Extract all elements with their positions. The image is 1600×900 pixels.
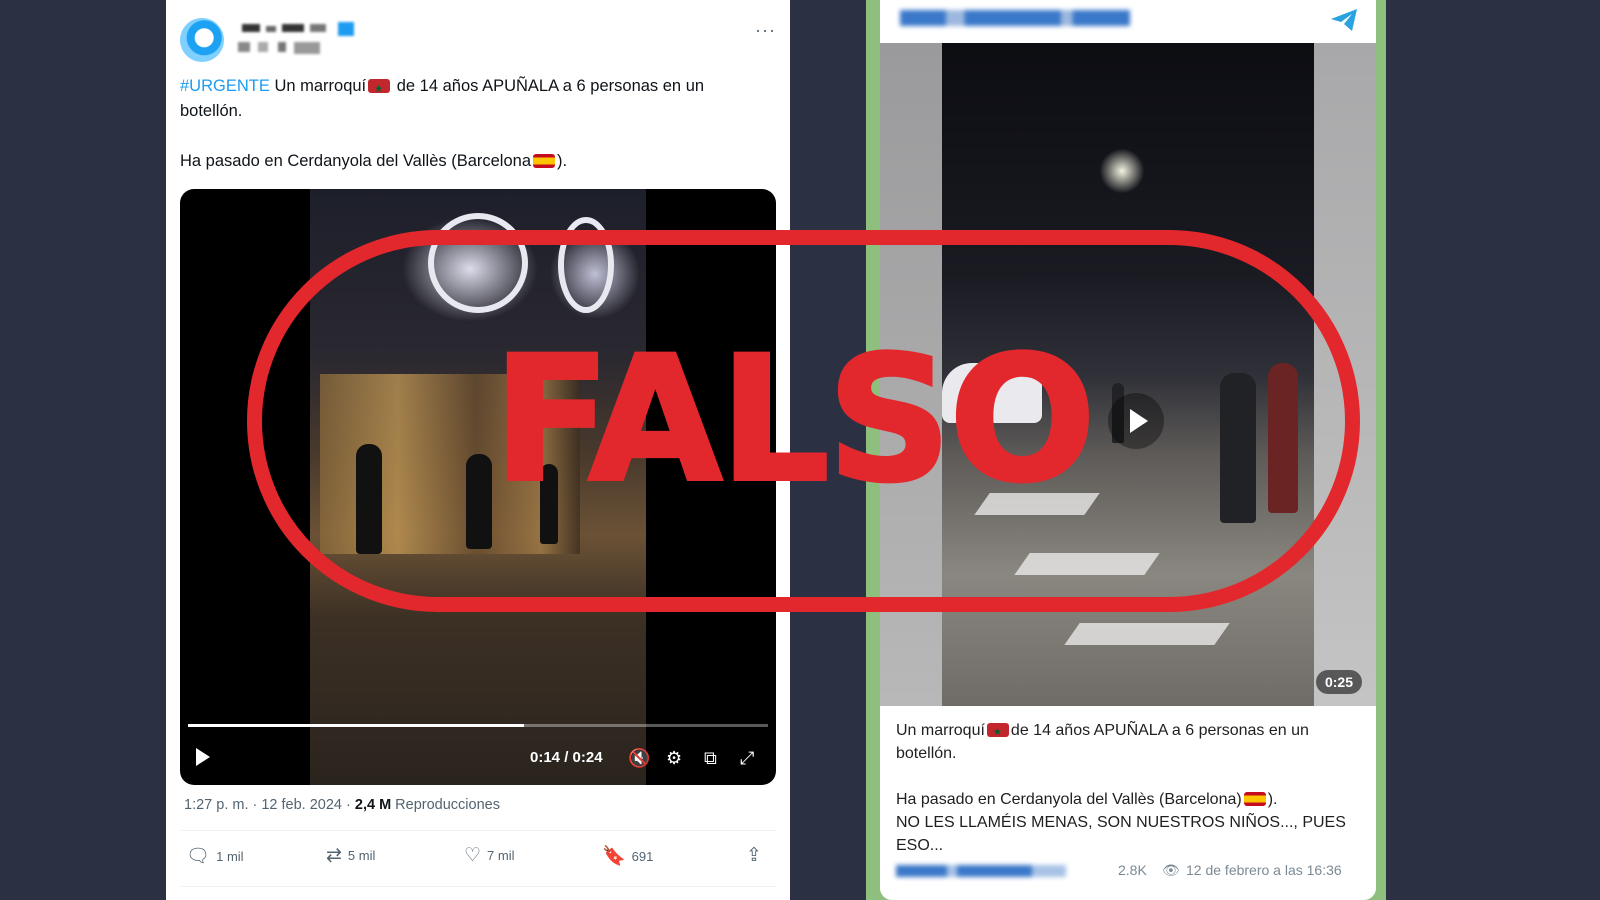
tweet-text-segment: Ha pasado en Cerdanyola del Vallès (Barc…	[180, 152, 531, 170]
morocco-flag-icon	[986, 721, 1009, 744]
retweet-button[interactable]: ⇄ 5 mil	[326, 844, 375, 867]
like-button[interactable]: ♡ 7 mil	[464, 844, 515, 867]
heart-icon: ♡	[464, 845, 482, 866]
bookmark-button[interactable]: 🔖 691	[602, 844, 653, 868]
reply-count: 1 mil	[216, 848, 244, 864]
more-options-icon[interactable]: ···	[755, 20, 776, 41]
view-count: 2.8K	[1118, 862, 1147, 878]
morocco-flag-icon	[368, 77, 391, 102]
eye-icon: 👁	[1162, 862, 1180, 878]
pip-icon[interactable]: ⧉	[704, 747, 717, 769]
tweet-text-segment: ).	[557, 152, 568, 170]
video-progress-fill	[188, 724, 525, 727]
play-icon[interactable]	[196, 748, 210, 766]
mute-icon[interactable]: 🔇	[628, 747, 650, 769]
avatar[interactable]	[180, 18, 224, 62]
telegram-icon[interactable]	[1330, 8, 1358, 32]
share-icon: ⇪	[746, 845, 762, 866]
message-text-segment: NO LES LLAMÉIS MENAS, SON NUESTROS NIÑOS…	[896, 814, 1346, 854]
views-label: Reproducciones	[391, 797, 500, 813]
message-text-segment: Ha pasado en Cerdanyola del Vallès (Barc…	[896, 791, 1242, 808]
tweet-meta: 1:27 p. m. · 12 feb. 2024 · 2,4 M Reprod…	[184, 797, 500, 813]
video-controls: 0:14 / 0:24 🔇 ⚙ ⧉ ⤢	[180, 735, 776, 785]
retweet-count: 5 mil	[347, 848, 376, 863]
tweet-text: #URGENTE Un marroquí de 14 años APUÑALA …	[180, 74, 770, 174]
tweet-timestamp[interactable]: 1:27 p. m. · 12 feb. 2024 ·	[184, 797, 355, 813]
reply-icon: 🗨	[186, 846, 211, 867]
settings-icon[interactable]: ⚙	[666, 747, 682, 769]
crosswalk-stripe	[1064, 623, 1230, 645]
fullscreen-icon[interactable]: ⤢	[740, 747, 754, 769]
message-text-segment: Un marroquí	[896, 722, 985, 739]
view-count: 2,4 M	[354, 797, 392, 813]
retweet-icon: ⇄	[326, 845, 342, 866]
spain-flag-icon	[533, 154, 555, 168]
divider	[180, 886, 776, 887]
author-name-blurred[interactable]	[234, 20, 364, 60]
bookmark-icon: 🔖	[602, 846, 626, 867]
divider	[180, 830, 776, 831]
video-time: 0:14 / 0:24	[530, 749, 603, 766]
bookmark-count: 691	[631, 848, 654, 864]
message-text-segment: ).	[1267, 791, 1278, 808]
telegram-message-footer: 2.8K 👁 12 de febrero a las 16:36	[896, 862, 1366, 882]
video-duration: 0:25	[1315, 670, 1362, 694]
tweet-actions: 🗨 1 mil ⇄ 5 mil ♡ 7 mil 🔖 691 ⇪	[180, 844, 776, 874]
tweet-text-segment: Un marroquí	[269, 77, 367, 95]
hashtag-link[interactable]: #URGENTE	[180, 77, 270, 95]
message-date: 12 de febrero a las 16:36	[1186, 862, 1342, 878]
video-progress-bar[interactable]	[188, 724, 768, 727]
reply-button[interactable]: 🗨 1 mil	[186, 844, 244, 868]
telegram-message-text: Un marroquíde 14 años APUÑALA a 6 person…	[896, 719, 1366, 857]
channel-name-blurred[interactable]	[900, 10, 1130, 26]
falso-stamp-label: FALSO	[491, 318, 1098, 522]
tweet-header: ···	[180, 18, 776, 62]
channel-link-blurred[interactable]	[896, 865, 1066, 877]
share-button[interactable]: ⇪	[746, 844, 762, 867]
like-count: 7 mil	[487, 848, 515, 863]
spain-flag-icon	[1243, 792, 1266, 806]
